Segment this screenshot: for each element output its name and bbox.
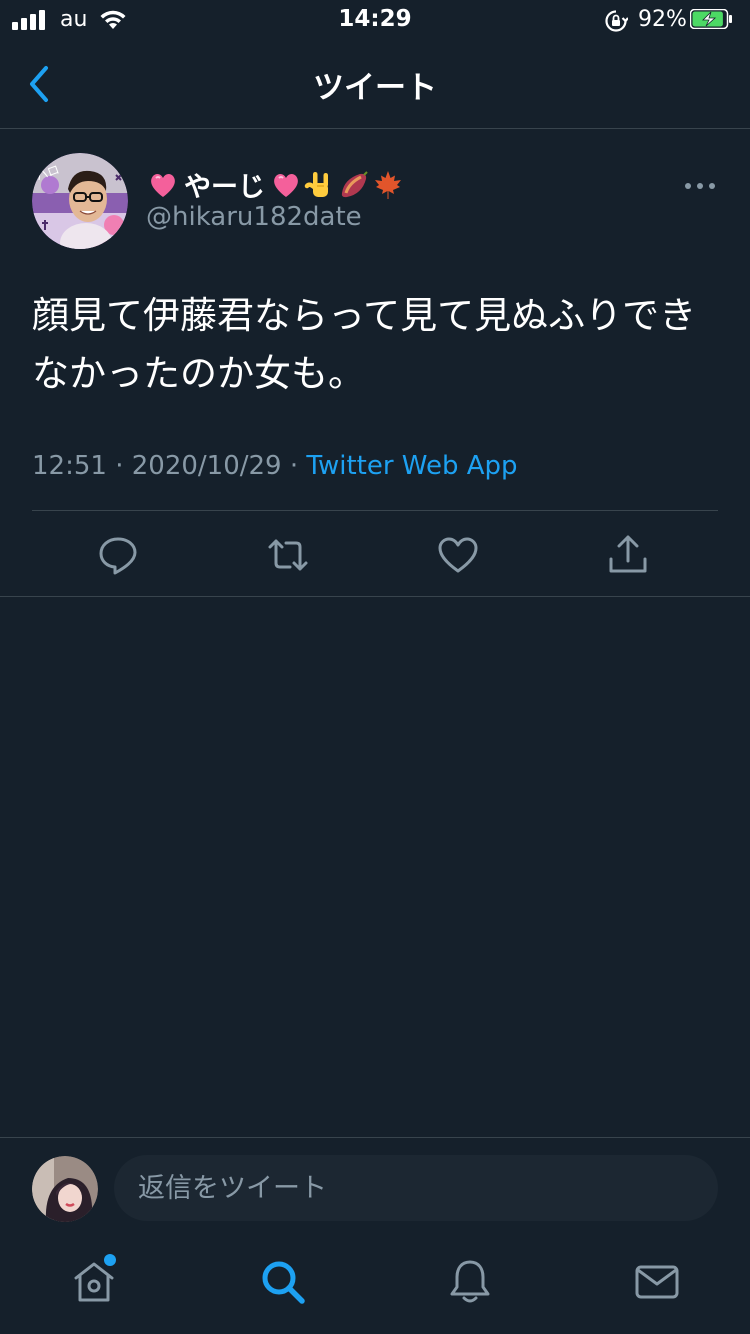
tweet-time: 12:51: [32, 451, 107, 481]
meta-separator: ·: [281, 451, 307, 481]
battery-charging-icon: [690, 9, 732, 29]
author-handle: @hikaru182date: [146, 202, 362, 232]
home-notification-dot: [104, 1254, 116, 1266]
author-avatar[interactable]: ハロ: [32, 153, 128, 249]
pink-heart-emoji: [270, 169, 302, 201]
status-bar: au 14:29 92%: [0, 0, 750, 40]
rotation-lock-icon: [605, 10, 628, 32]
battery-percentage: 92%: [638, 7, 687, 32]
tweet-date: 2020/10/29: [131, 451, 282, 481]
tweet-card: ハロ やーじ @hikaru182date 顔見て伊藤君ならって見て見ぬふりでき…: [0, 129, 750, 597]
share-icon[interactable]: [606, 533, 650, 577]
search-icon[interactable]: [259, 1258, 307, 1306]
tweet-body-text: 顔見て伊藤君ならって見て見ぬふりできなかったのか女も。: [32, 294, 697, 395]
tweet-detail-screen: au 14:29 92% ツイート ハロ やーじ @hikaru182date …: [0, 0, 750, 1334]
tweet-metadata: 12:51 · 2020/10/29 · Twitter Web App: [32, 451, 518, 481]
notifications-icon[interactable]: [446, 1258, 494, 1306]
pink-heart-emoji: [147, 169, 179, 201]
divider: [32, 510, 718, 511]
meta-separator: ·: [106, 451, 132, 481]
author-display-name[interactable]: やーじ: [146, 165, 405, 204]
more-options-icon[interactable]: [680, 171, 720, 201]
like-icon[interactable]: [436, 533, 480, 577]
sweet-potato-emoji: [338, 169, 370, 201]
reply-compose-bar: [0, 1137, 750, 1241]
messages-icon[interactable]: [633, 1258, 681, 1306]
maple-leaf-emoji: [372, 169, 404, 201]
rock-on-hand-emoji: [304, 169, 336, 201]
reply-input[interactable]: [114, 1155, 718, 1221]
display-name-text: やーじ: [184, 172, 265, 203]
page-title: ツイート: [313, 70, 437, 106]
reply-icon[interactable]: [96, 533, 140, 577]
retweet-icon[interactable]: [266, 533, 310, 577]
current-user-avatar[interactable]: [32, 1156, 98, 1222]
bottom-tab-bar: [0, 1240, 750, 1334]
top-navigation-bar: ツイート: [0, 40, 750, 129]
tweet-source-link[interactable]: Twitter Web App: [306, 451, 517, 481]
